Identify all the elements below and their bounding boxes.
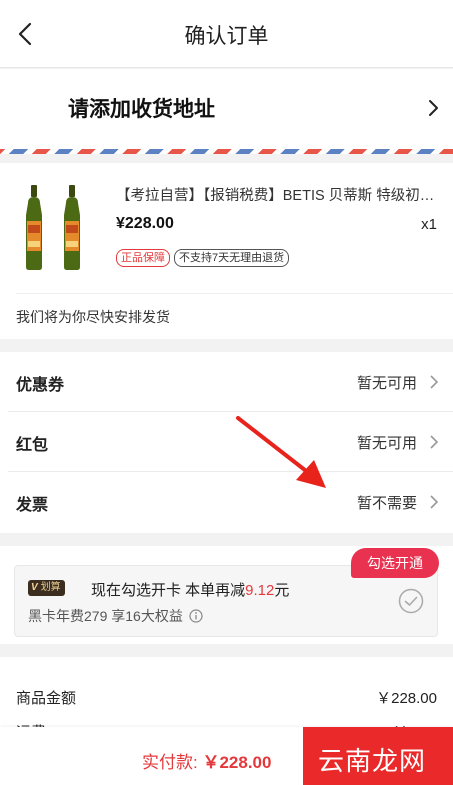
vip-offer-suffix: 元 (274, 582, 290, 599)
pay-label: 实付款: (142, 753, 198, 772)
add-address-label: 请添加收货地址 (68, 98, 215, 121)
red-packet-value: 暂无可用 (356, 435, 417, 452)
page-title: 确认订单 (184, 25, 269, 48)
chevron-right-icon (429, 100, 438, 116)
goods-amount-row: 商品金额 ￥228.00 (16, 687, 437, 708)
vip-v-icon: V (28, 580, 41, 596)
chevron-right-icon (430, 435, 439, 449)
header-bar: 确认订单 (0, 0, 453, 68)
add-address-row[interactable]: 请添加收货地址 (0, 69, 453, 149)
total-payment: 实付款: ￥228.00 (142, 748, 271, 773)
authentic-guarantee-badge: 正品保障 (116, 249, 170, 267)
product-price: ¥228.00 (116, 215, 174, 232)
watermark: 云南龙网 (318, 747, 427, 777)
vip-offer-text: 现在勾选开卡 本单再减9.12元 (91, 579, 289, 600)
order-options: 优惠券 暂无可用 红包 暂无可用 发票 暂不需要 (0, 352, 453, 533)
goods-amount-value: ￥228.00 (376, 690, 437, 707)
product-card: 【考拉自营】【报销税费】BETIS 贝蒂斯 特级初榨橄榄油 ¥228.00 x1… (0, 163, 453, 339)
no-return-badge: 不支持7天无理由退货 (174, 249, 290, 267)
red-arrow-annotation (236, 416, 326, 488)
product-image[interactable] (18, 185, 90, 271)
vip-benefits: 黑卡年费279 享16大权益 (28, 606, 203, 626)
red-packet-row[interactable]: 红包 暂无可用 (0, 412, 453, 472)
shipping-note: 我们将为你尽快安排发货 (16, 309, 170, 325)
invoice-label: 发票 (16, 497, 49, 514)
invoice-row[interactable]: 发票 暂不需要 (0, 472, 453, 532)
vip-badge-text: 划算 (40, 580, 65, 596)
product-quantity: x1 (421, 216, 437, 233)
vip-badge: V 划算 (28, 580, 65, 596)
coupon-row[interactable]: 优惠券 暂无可用 (0, 352, 453, 412)
product-tags: 正品保障 不支持7天无理由退货 (116, 249, 290, 267)
chevron-right-icon (430, 375, 439, 389)
invoice-value: 暂不需要 (356, 495, 417, 512)
checkbox-circle-icon[interactable] (398, 588, 424, 614)
product-title[interactable]: 【考拉自营】【报销税费】BETIS 贝蒂斯 特级初榨橄榄油 (116, 184, 436, 205)
pay-amount: ￥228.00 (202, 753, 272, 772)
red-packet-label: 红包 (16, 437, 49, 454)
goods-amount-label: 商品金额 (16, 690, 77, 707)
activate-bubble[interactable]: 勾选开通 (351, 548, 439, 578)
checkout-bar: 实付款: ￥228.00 云南龙网 (0, 727, 453, 785)
coupon-value: 暂无可用 (356, 375, 417, 392)
info-icon[interactable] (189, 609, 203, 623)
divider (16, 293, 453, 294)
chevron-right-icon (430, 495, 439, 509)
vip-benefits-text: 黑卡年费279 享16大权益 (28, 608, 183, 624)
vip-offer-prefix: 现在勾选开卡 本单再减 (91, 582, 246, 599)
coupon-label: 优惠券 (16, 377, 65, 394)
vip-offer-amount: 9.12 (245, 582, 275, 599)
airmail-border (0, 149, 453, 154)
